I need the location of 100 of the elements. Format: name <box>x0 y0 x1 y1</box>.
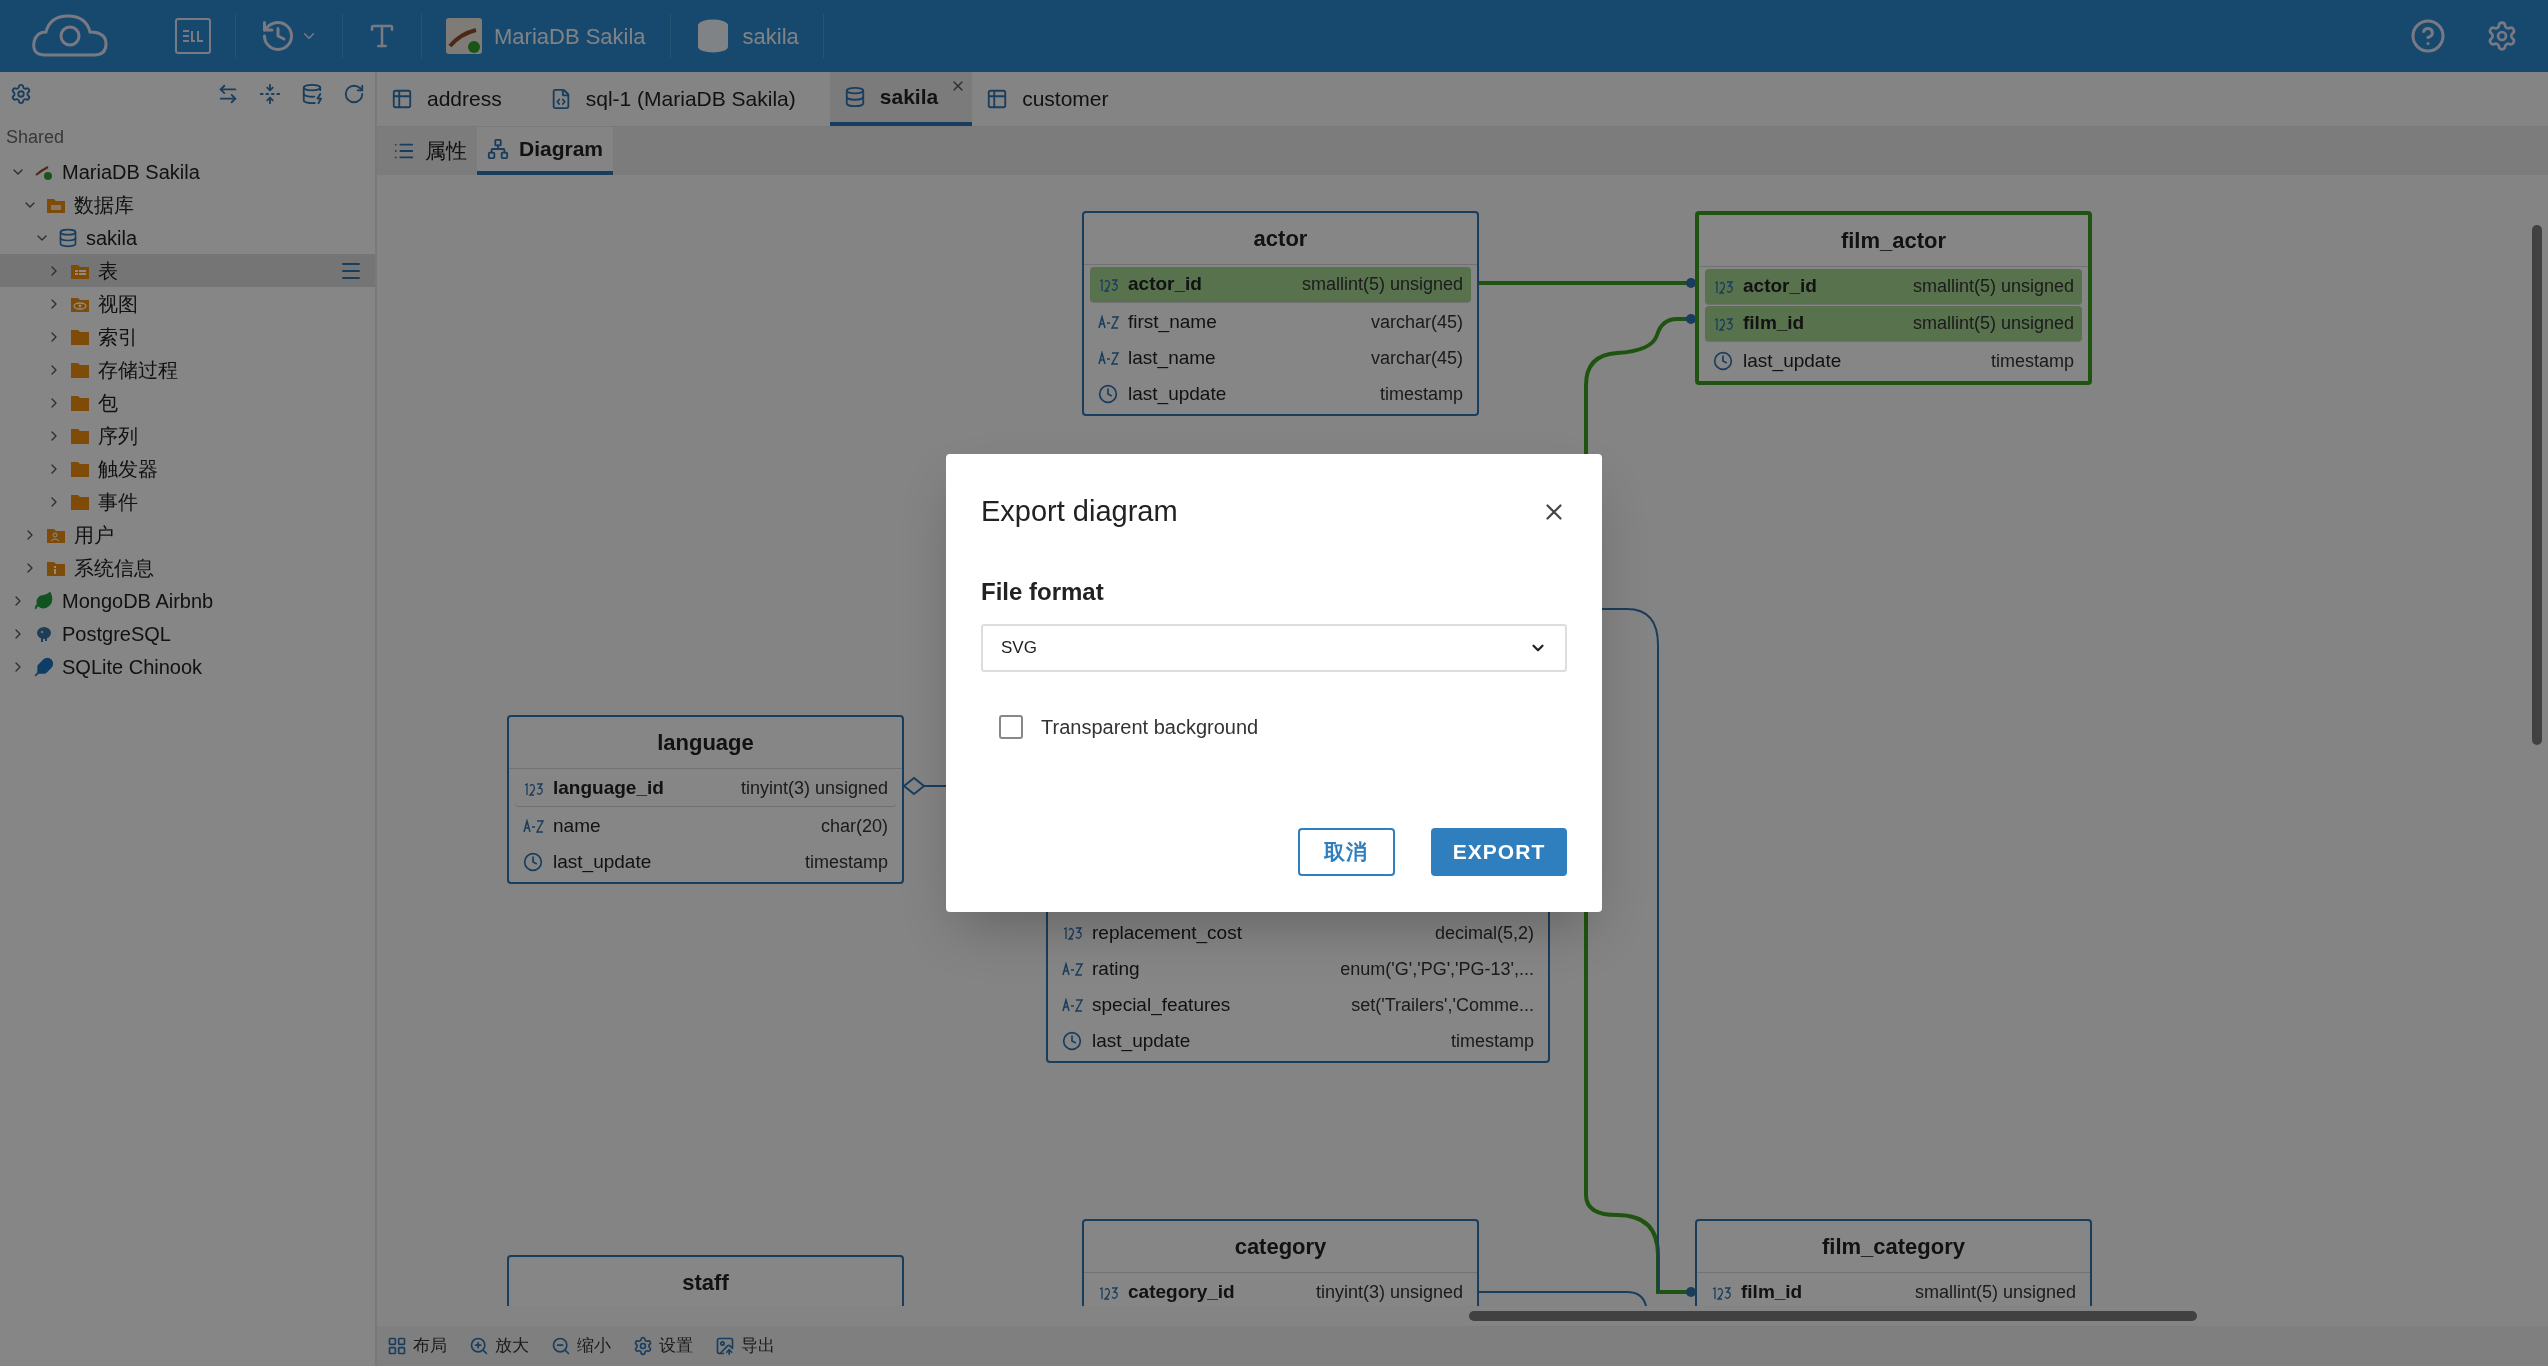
format-select[interactable]: SVG <box>981 623 1567 672</box>
text-type-icon <box>1098 351 1120 365</box>
tree-item[interactable]: 包 <box>0 386 375 419</box>
tree-label: 系统信息 <box>74 555 155 581</box>
toolbar-button[interactable]: 导出 <box>715 1333 775 1359</box>
tree-item[interactable]: 视图 <box>0 287 375 320</box>
toolbar-button[interactable]: 设置 <box>633 1333 693 1359</box>
relation-line <box>902 776 947 796</box>
leaf-icon <box>34 590 54 611</box>
number-type-icon <box>523 781 545 796</box>
connector-dot <box>1686 1287 1696 1297</box>
tree-item[interactable]: sakila <box>0 221 375 254</box>
grid-icon <box>387 1336 407 1356</box>
column-type: smallint(5) unsigned <box>1914 1281 2076 1304</box>
help-icon[interactable] <box>2410 18 2446 54</box>
editor-tab[interactable]: address <box>377 72 536 126</box>
number-type-icon <box>1098 1285 1120 1300</box>
zoom-in-icon <box>469 1336 489 1356</box>
toolbar-button[interactable]: 缩小 <box>551 1333 611 1359</box>
tree-label: 用户 <box>74 522 115 548</box>
tab-label: sakila <box>879 84 939 111</box>
view-tab[interactable]: Diagram <box>477 127 614 175</box>
column-name: category_id <box>1128 1280 1235 1305</box>
export-button[interactable]: EXPORT <box>1431 828 1567 876</box>
zoom-out-icon <box>551 1336 571 1356</box>
column-name: last_name <box>1128 345 1216 371</box>
table-title: language <box>509 717 902 769</box>
toolbar-button[interactable]: 放大 <box>469 1333 529 1359</box>
tree-item[interactable]: MongoDB Airbnb <box>0 584 375 617</box>
tab-label: customer <box>1022 86 1109 113</box>
connector-dot <box>1686 278 1696 288</box>
tree-item[interactable]: 数据库 <box>0 188 375 221</box>
entity-table[interactable]: film_actor actor_id smallint(5) unsigned film_id smallint(5) unsigned last_update timestamp <box>1695 211 2092 385</box>
table-title: film_category <box>1697 1221 2090 1273</box>
view-tab[interactable]: 属性 <box>383 127 477 175</box>
tree-item[interactable]: 触发器 <box>0 452 375 485</box>
tree-label: 视图 <box>98 291 139 317</box>
text-type-icon <box>1062 998 1084 1012</box>
entity-table[interactable]: actor actor_id smallint(5) unsigned first_name varchar(45) last_name varchar(45) last_update timestamp <box>1082 211 1479 416</box>
text-type-icon <box>1062 962 1084 976</box>
tree-label: 触发器 <box>98 456 159 482</box>
column-type: enum('G','PG','PG-13',... <box>1340 957 1534 981</box>
database-add-icon[interactable] <box>301 83 323 105</box>
connector-dot <box>1686 314 1696 324</box>
entity-table[interactable]: film_category film_id smallint(5) unsigned <box>1695 1219 2092 1306</box>
tree-item[interactable]: 存储过程 <box>0 353 375 386</box>
editor-tab[interactable]: sql-1 (MariaDB Sakila) <box>535 72 830 126</box>
tree-item[interactable]: PostgreSQL <box>0 617 375 650</box>
number-type-icon <box>1713 316 1735 331</box>
table-icon <box>391 88 413 110</box>
column-name: film_id <box>1741 1280 1803 1305</box>
column-type: timestamp <box>1990 349 2074 373</box>
table-title: film_actor <box>1699 215 2088 267</box>
swap-icon[interactable] <box>217 83 239 105</box>
column-type: varchar(45) <box>1370 346 1463 370</box>
checkbox-label: Transparent background <box>1041 714 1259 740</box>
column-type: varchar(45) <box>1370 310 1463 334</box>
column-type: smallint(5) unsigned <box>1912 275 2074 298</box>
toolbar-button[interactable]: 布局 <box>387 1333 447 1359</box>
settings-icon[interactable] <box>10 83 32 105</box>
entity-table[interactable]: category category_id tinyint(3) unsigned <box>1082 1219 1479 1306</box>
column-type: decimal(5,2) <box>1434 921 1534 945</box>
tree-label: 数据库 <box>74 192 135 218</box>
tree-label: SQLite Chinook <box>62 654 204 680</box>
tree-item[interactable]: 表 <box>0 254 375 287</box>
tree-item[interactable]: MariaDB Sakila <box>0 155 375 188</box>
tree-item[interactable]: 事件 <box>0 485 375 518</box>
editor-tab[interactable]: customer <box>972 72 1143 126</box>
tab-label: sql-1 (MariaDB Sakila) <box>585 86 796 113</box>
tree-item[interactable]: 用户 <box>0 518 375 551</box>
cancel-button[interactable]: 取消 <box>1298 828 1395 876</box>
column-type: smallint(5) unsigned <box>1301 273 1463 296</box>
history-icon <box>260 18 296 54</box>
sql-button[interactable] <box>175 18 211 54</box>
tree-item[interactable]: 索引 <box>0 320 375 353</box>
column-type: timestamp <box>804 850 888 874</box>
tree-item[interactable]: SQLite Chinook <box>0 650 375 683</box>
collapse-icon[interactable] <box>259 83 281 105</box>
tree-label: sakila <box>86 225 139 251</box>
refresh-icon[interactable] <box>343 83 365 105</box>
tab-label: address <box>427 86 502 113</box>
tree-item[interactable]: 序列 <box>0 419 375 452</box>
tree-label: MongoDB Airbnb <box>62 588 215 614</box>
column-name: last_update <box>1743 348 1842 374</box>
editor-tab[interactable]: sakila <box>829 72 973 126</box>
dialog-title: Export diagram <box>981 494 1178 529</box>
text-type-icon <box>523 819 545 833</box>
settings-icon[interactable] <box>2486 20 2518 52</box>
column-name: rating <box>1092 956 1140 981</box>
tree-item[interactable]: 系统信息 <box>0 551 375 584</box>
entity-table[interactable]: language language_id tinyint(3) unsigned name char(20) last_update timestamp <box>507 715 904 884</box>
tree-label: MariaDB Sakila <box>62 159 201 185</box>
entity-table[interactable]: staff <box>507 1255 904 1306</box>
diagram-icon <box>487 138 509 160</box>
column-type: tinyint(3) unsigned <box>740 777 888 800</box>
clock-icon <box>523 852 543 872</box>
checkbox[interactable] <box>999 714 1023 739</box>
number-type-icon <box>1098 277 1120 292</box>
column-name: replacement_cost <box>1092 920 1242 946</box>
column-name: film_id <box>1743 311 1805 336</box>
